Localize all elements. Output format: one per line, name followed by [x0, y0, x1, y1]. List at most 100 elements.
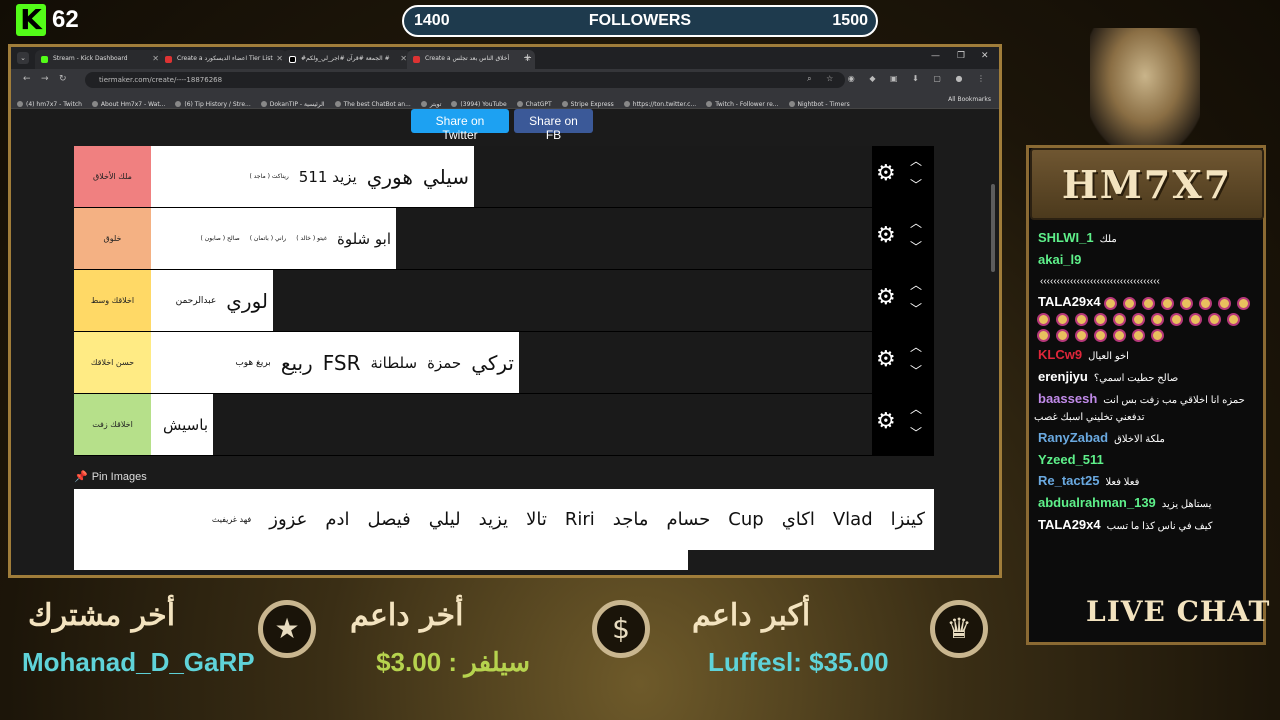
tier-item[interactable]: بريغ هوب	[230, 358, 276, 368]
tier-items: سيلي هوري يزيد 511 ريناكت ( ماجد )	[151, 146, 474, 207]
move-down-icon[interactable]: ﹀	[910, 176, 922, 193]
gear-icon[interactable]: ⚙	[876, 225, 896, 247]
pool-item[interactable]: تالا	[517, 509, 556, 530]
tier-item[interactable]: غيتو ( خالد )	[291, 235, 332, 242]
tier-item[interactable]: راني ( باتمان )	[245, 235, 292, 242]
close-icon[interactable]: ✕	[152, 54, 159, 63]
tier-item[interactable]: حمزة	[422, 354, 466, 372]
pool-item[interactable]: كينزا	[882, 509, 934, 530]
move-up-icon[interactable]: ︿	[910, 338, 922, 355]
share-twitter-button[interactable]: Share on Twitter	[411, 109, 509, 142]
chat-username[interactable]: Yzeed_511	[1038, 452, 1104, 467]
tier-item[interactable]: سيلي	[418, 165, 474, 189]
move-up-icon[interactable]: ︿	[910, 152, 922, 169]
tier-label[interactable]: ملك الأخلاق	[74, 146, 151, 207]
tab-tier-discord[interactable]: Create a اعضاء الديسكورد Tier List ✕	[159, 50, 287, 69]
tier-item[interactable]: عبدالرحمن	[171, 296, 222, 306]
tier-item[interactable]: تركي	[466, 351, 519, 375]
page-scrollbar[interactable]	[991, 184, 995, 272]
share-fb-button[interactable]: Share on FB	[514, 109, 593, 142]
pool-item[interactable]: فيصل	[358, 509, 419, 530]
bookmark-item[interactable]: https://ton.twitter.c...	[623, 101, 696, 108]
chat-username[interactable]: Re_tact25	[1038, 473, 1099, 488]
bookmark-item[interactable]: The best ChatBot an...	[334, 101, 411, 108]
new-tab-icon[interactable]: +	[523, 51, 532, 64]
gear-icon[interactable]: ⚙	[876, 287, 896, 309]
tier-item[interactable]: ابو شلوة	[332, 230, 396, 248]
chat-username[interactable]: SHLWI_1	[1038, 230, 1094, 245]
tier-item[interactable]: سلطانة	[365, 354, 422, 372]
tab-tiktok[interactable]: #الجمعة #قرآن #اجر_لي_ولكم # ✕	[283, 50, 411, 69]
tier-label[interactable]: اخلاقك زفت	[74, 394, 151, 455]
chat-username[interactable]: abdualrahman_139	[1038, 495, 1156, 510]
move-up-icon[interactable]: ︿	[910, 400, 922, 417]
bookmark-favicon-icon	[17, 101, 23, 107]
url-input[interactable]: tiermaker.com/create/----18876268	[85, 72, 845, 88]
pool-item[interactable]: يزيد	[470, 509, 517, 530]
move-up-icon[interactable]: ︿	[910, 214, 922, 231]
move-down-icon[interactable]: ﹀	[910, 238, 922, 255]
chat-username[interactable]: baassesh	[1038, 391, 1097, 406]
forward-icon[interactable]: →	[41, 74, 49, 84]
chat-username[interactable]: akai_l9	[1038, 252, 1081, 267]
bookmark-item[interactable]: ChatGPT	[516, 101, 552, 108]
chat-username[interactable]: TALA29x4	[1038, 517, 1101, 532]
bookmark-item[interactable]: Nightbot - Timers	[788, 101, 850, 108]
pin-images-toggle[interactable]: 📌 Pin Images	[74, 470, 147, 483]
move-down-icon[interactable]: ﹀	[910, 362, 922, 379]
pool-item[interactable]: ليلي	[420, 509, 470, 530]
chat-username[interactable]: erenjiyu	[1038, 369, 1088, 384]
pool-item[interactable]: Vlad	[824, 509, 882, 530]
tier-item[interactable]: ربيع	[276, 351, 318, 375]
bookmark-item[interactable]: (4) hm7x7 - Twitch	[17, 101, 82, 108]
tier-label[interactable]: حسن اخلاقك	[74, 332, 151, 393]
pool-item[interactable]: اكاي	[773, 509, 824, 530]
tier-item[interactable]: لوري	[221, 289, 273, 313]
gear-icon[interactable]: ⚙	[876, 411, 896, 433]
pool-item[interactable]: ماجد	[604, 509, 658, 530]
gear-icon[interactable]: ⚙	[876, 349, 896, 371]
tab-kick-dashboard[interactable]: Stream - Kick Dashboard ✕	[35, 50, 163, 69]
move-down-icon[interactable]: ﹀	[910, 424, 922, 441]
bookmark-item[interactable]: (6) Tip History / Stre...	[175, 101, 251, 108]
tier-item[interactable]: ريناكت ( ماجد )	[245, 173, 294, 180]
tier-item[interactable]: هوري	[362, 165, 418, 189]
tier-label[interactable]: اخلاقك وسط	[74, 270, 151, 331]
bookmark-item[interactable]: Twitch - Follower re...	[706, 101, 779, 108]
close-icon[interactable]: ✕	[400, 54, 407, 63]
tab-tier-active[interactable]: Create a أخلاق الناس بعد تجلس ✕	[407, 50, 535, 69]
chat-username[interactable]: RanyZabad	[1038, 430, 1108, 445]
chat-username[interactable]: KLCw9	[1038, 347, 1082, 362]
pool-item[interactable]: Cup	[719, 509, 772, 530]
tier-item[interactable]: صالح ( صابون )	[196, 235, 245, 242]
pool-item[interactable]: عزوز	[260, 509, 316, 530]
pool-item[interactable]: ادم	[316, 509, 358, 530]
all-bookmarks-button[interactable]: All Bookmarks	[948, 96, 991, 103]
tab-search-menu[interactable]: ⌄	[17, 52, 29, 64]
pool-item[interactable]: فهد غريفيث	[203, 515, 260, 524]
reload-icon[interactable]: ↻	[59, 74, 67, 84]
bookmark-item[interactable]: (3994) YouTube	[451, 101, 507, 108]
last-sub-label: أخر مشترك	[28, 598, 176, 633]
tier-item[interactable]: FSR	[318, 351, 366, 375]
back-icon[interactable]: ←	[23, 74, 31, 84]
move-down-icon[interactable]: ﹀	[910, 300, 922, 317]
minimize-icon[interactable]: —	[931, 51, 940, 61]
tier-item[interactable]: يزيد 511	[294, 168, 362, 186]
move-up-icon[interactable]: ︿	[910, 276, 922, 293]
tier-item[interactable]: باسيش	[158, 416, 213, 434]
tier-controls: ⚙ ︿ ﹀	[872, 146, 934, 207]
maximize-icon[interactable]: ❐	[957, 51, 965, 61]
pool-item[interactable]: Riri	[556, 509, 604, 530]
close-icon[interactable]: ✕	[276, 54, 283, 63]
chat-username[interactable]: TALA29x4	[1038, 294, 1101, 309]
bookmark-item[interactable]: About Hm7x7 - Wat...	[91, 101, 165, 108]
extensions-toolbar[interactable]: ⌕ ☆ ◉ ◆ ▣ ⬇ ▢ ● ⋮	[807, 74, 991, 84]
bookmark-item[interactable]: DokanTIP - الرئيسية	[260, 101, 325, 108]
window-close-icon[interactable]: ✕	[981, 51, 989, 61]
bookmark-item[interactable]: Stripe Express	[561, 101, 614, 108]
tier-label[interactable]: خلوق	[74, 208, 151, 269]
pool-item[interactable]: حسام	[657, 509, 719, 530]
bookmark-item[interactable]: تويتر	[420, 101, 441, 108]
gear-icon[interactable]: ⚙	[876, 163, 896, 185]
